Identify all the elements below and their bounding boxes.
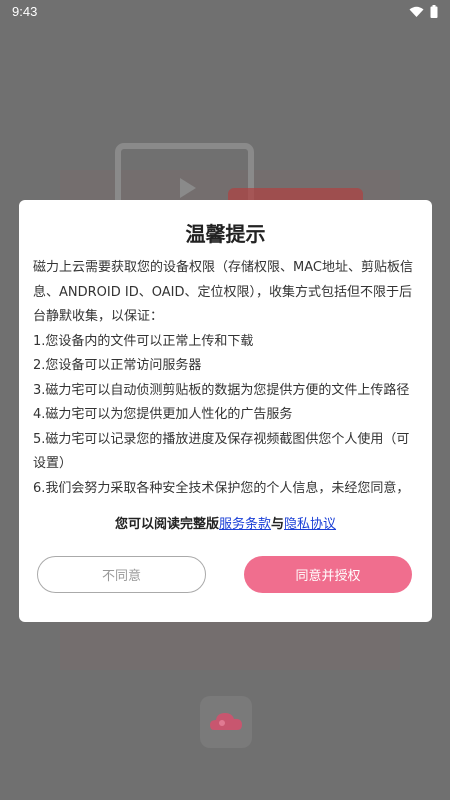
status-bar: 9:43: [0, 0, 450, 24]
dialog-title: 温馨提示: [185, 222, 266, 246]
list-item: 6.我们会努力采取各种安全技术保护您的个人信息，未经您同意，: [33, 480, 410, 496]
dialog-body[interactable]: 磁力上云需要获取您的设备权限（存储权限、MAC地址、剪贴板信息、ANDROID …: [33, 256, 419, 506]
read-prefix: 您可以阅读完整版: [114, 517, 219, 532]
decline-button[interactable]: 不同意: [37, 556, 206, 593]
wifi-icon: [409, 6, 424, 17]
battery-icon: [430, 5, 438, 18]
list-item: 5.磁力宅可以记录您的播放进度及保存视频截图供您个人使用（可设置）: [33, 431, 410, 472]
dialog-intro: 磁力上云需要获取您的设备权限（存储权限、MAC地址、剪贴板信息、ANDROID …: [33, 260, 413, 324]
agree-button[interactable]: 同意并授权: [244, 556, 412, 593]
read-and: 与: [271, 517, 285, 532]
status-time: 9:43: [12, 4, 38, 19]
list-item: 3.磁力宅可以自动侦测剪贴板的数据为您提供方便的文件上传路径: [33, 382, 410, 398]
privacy-link[interactable]: 隐私协议: [284, 517, 336, 532]
terms-link[interactable]: 服务条款: [219, 517, 271, 532]
list-item: 2.您设备可以正常访问服务器: [33, 358, 202, 373]
list-item: 4.磁力宅可以为您提供更加人性化的广告服务: [33, 407, 293, 422]
list-item: 1.您设备内的文件可以正常上传和下载: [33, 333, 254, 349]
status-icons: [409, 5, 438, 18]
permission-dialog: 温馨提示 磁力上云需要获取您的设备权限（存储权限、MAC地址、剪贴板信息、AND…: [19, 200, 432, 622]
read-agreement-line: 您可以阅读完整版服务条款与隐私协议: [19, 513, 432, 532]
cloud-logo-icon: [200, 696, 252, 748]
